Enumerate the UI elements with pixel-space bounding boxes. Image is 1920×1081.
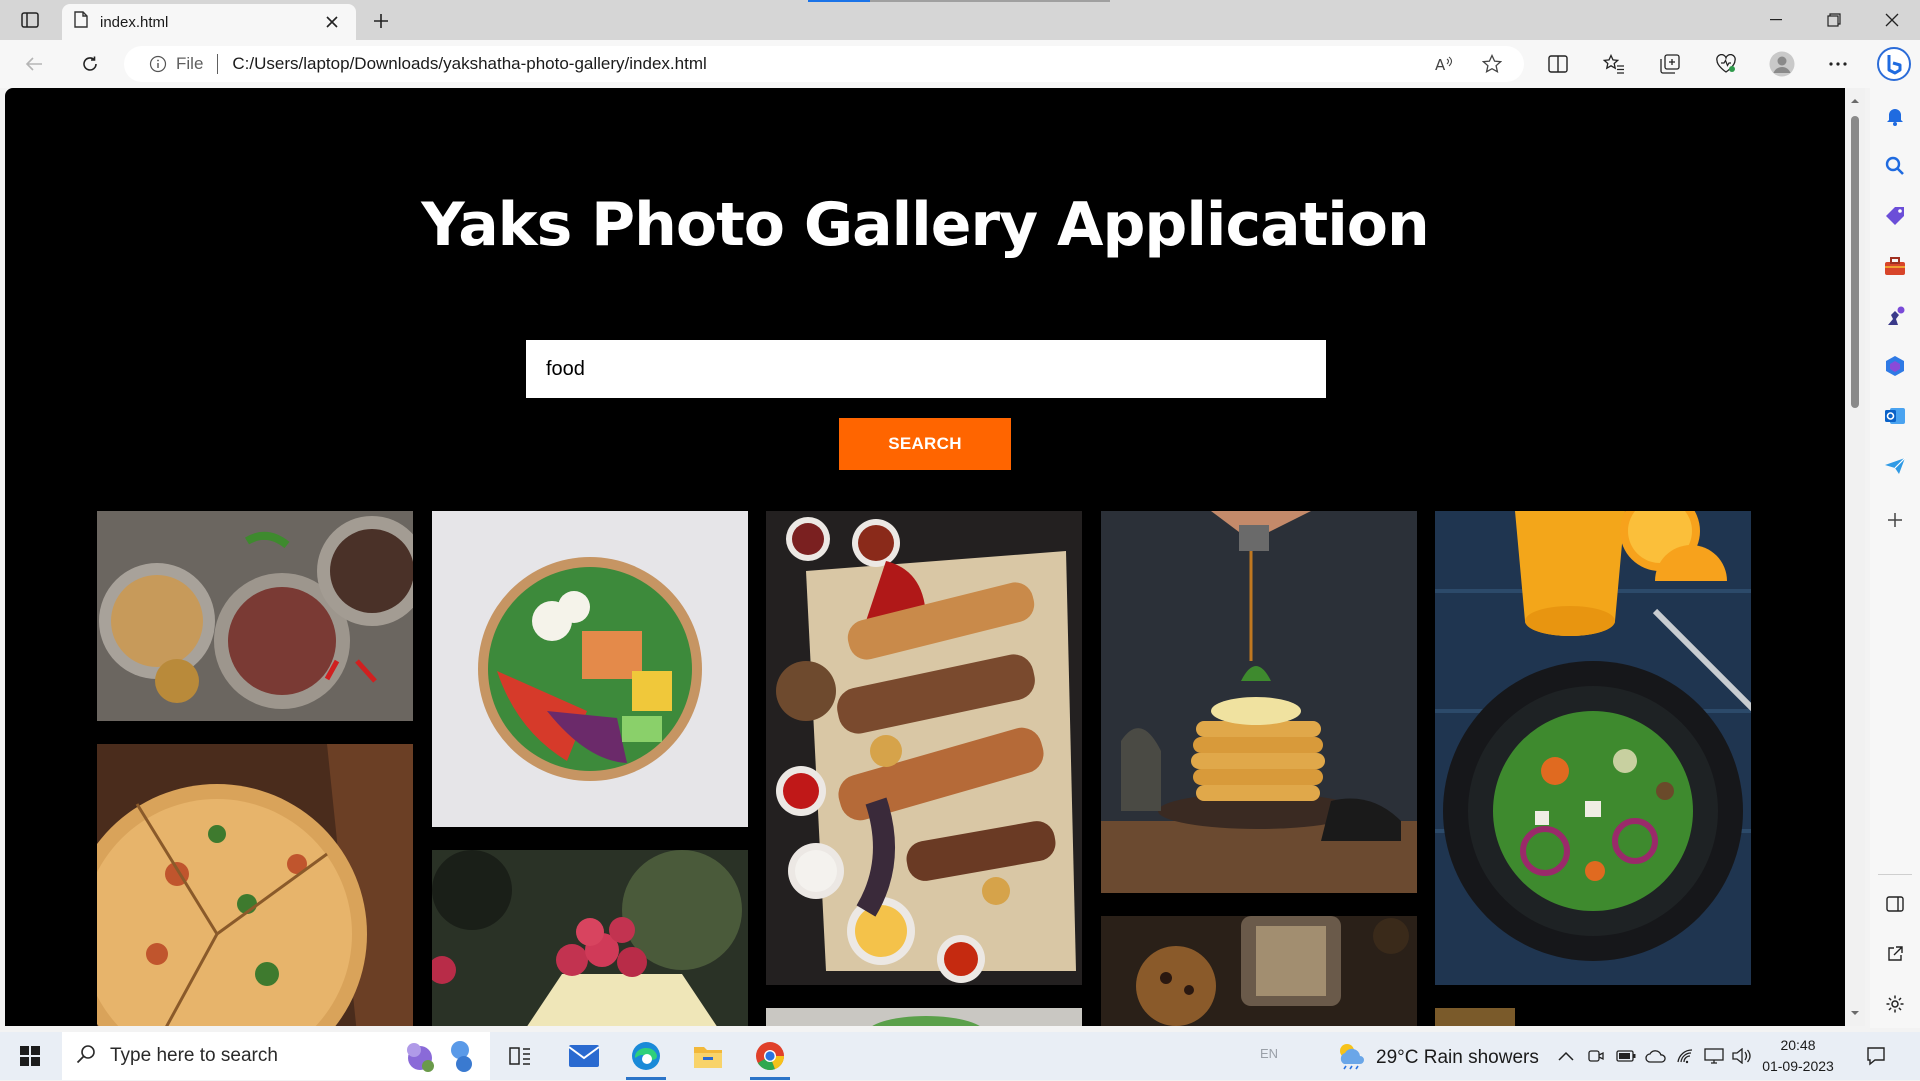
refresh-button[interactable] [74,48,106,80]
outlook-icon[interactable] [1879,400,1911,432]
page-viewport: Yaks Photo Gallery Application SEARCH [5,88,1845,1026]
search-button[interactable]: SEARCH [839,418,1011,470]
gallery-photo[interactable] [97,511,413,721]
search-highlight-flowers-icon [400,1036,480,1081]
split-screen-icon[interactable] [1542,48,1574,80]
gallery-photo[interactable] [1101,511,1417,893]
favorite-star-icon[interactable] [1476,48,1508,80]
microsoft-365-icon[interactable] [1879,350,1911,382]
display-icon[interactable] [1702,1044,1726,1068]
rain-showers-icon [1336,1040,1366,1075]
wifi-icon[interactable] [1674,1044,1698,1068]
file-icon [74,11,88,33]
gallery-photo[interactable] [766,1008,1082,1026]
shopping-tag-icon[interactable] [1879,200,1911,232]
read-aloud-icon[interactable]: A [1428,48,1460,80]
address-scheme: File [176,54,204,73]
scroll-up-icon[interactable] [1850,96,1860,106]
games-icon[interactable] [1879,300,1911,332]
minimize-button[interactable] [1748,0,1804,40]
more-options-icon[interactable] [1822,48,1854,80]
gallery-photo[interactable] [1435,511,1751,985]
weather-widget[interactable]: 29°C Rain showers [1336,1040,1539,1075]
salad-orange-juice-image [1435,511,1751,985]
address-separator [217,54,219,74]
address-bar[interactable]: File C:/Users/laptop/Downloads/yakshatha… [124,46,1524,82]
edge-sidebar [1870,88,1920,1028]
close-icon[interactable] [320,10,344,34]
add-sidebar-app-icon[interactable] [1879,504,1911,536]
chevron-up-icon[interactable] [1554,1044,1578,1068]
edge-browser-icon[interactable] [620,1036,672,1080]
collections-icon[interactable] [1654,48,1686,80]
gallery-photo[interactable] [1101,916,1417,1026]
send-icon[interactable] [1879,450,1911,482]
salad-partial-image [766,1008,1082,1026]
external-link-icon[interactable] [1879,938,1911,970]
search-icon[interactable] [1879,150,1911,182]
mail-app-icon[interactable] [558,1036,610,1076]
grilled-meat-platter-image [766,511,1082,985]
gallery-photo[interactable] [766,511,1082,985]
sidebar-settings-gear-icon[interactable] [1879,988,1911,1020]
windows-taskbar: Type here to search EN 29°C Rain showers [0,1032,1920,1080]
taskbar-clock[interactable]: 20:48 01-09-2023 [1760,1035,1836,1077]
pancakes-syrup-image [1101,511,1417,893]
browser-toolbar: File C:/Users/laptop/Downloads/yakshatha… [0,40,1920,88]
raspberry-dessert-image [432,850,748,1026]
hide-sidebar-icon[interactable] [1879,888,1911,920]
gallery-photo[interactable] [432,511,748,827]
scroll-down-icon[interactable] [1850,1008,1860,1018]
volume-icon[interactable] [1730,1044,1754,1068]
page-title: Yaks Photo Gallery Application [421,190,1430,260]
clock-time: 20:48 [1780,1037,1816,1053]
loading-indicator [808,0,1110,2]
new-tab-button[interactable] [366,7,396,35]
favorites-icon[interactable] [1598,48,1630,80]
muffin-lantern-image [1101,916,1417,1026]
salad-bowl-image [432,511,748,827]
restore-button[interactable] [1806,0,1862,40]
tools-icon[interactable] [1879,250,1911,282]
notifications-icon[interactable] [1879,100,1911,132]
scrollbar-thumb[interactable] [1851,116,1859,408]
gallery-photo[interactable] [1435,1008,1751,1026]
page-scrollbar[interactable] [1845,88,1865,1026]
gallery-photo[interactable] [432,850,748,1026]
battery-icon[interactable] [1614,1044,1638,1068]
tab-strip: index.html [0,0,1920,40]
chrome-browser-icon[interactable] [744,1036,796,1080]
back-button[interactable] [18,48,50,80]
info-icon[interactable] [148,54,168,74]
profile-avatar[interactable] [1766,48,1798,80]
onedrive-cloud-icon[interactable] [1644,1044,1668,1068]
sidebar-divider [1878,874,1912,875]
window-close-button[interactable] [1864,0,1920,40]
tab-actions-icon[interactable] [12,8,48,32]
tab-title: index.html [100,13,169,31]
language-indicator[interactable]: EN [1260,1046,1278,1061]
taskbar-search-box[interactable]: Type here to search [62,1032,490,1080]
drink-partial-image [1435,1008,1751,1026]
grilled-dishes-image [97,511,413,721]
search-input[interactable] [526,340,1326,398]
pizza-image [97,744,413,1026]
tab-index-html[interactable]: index.html [62,4,356,40]
windows-start-icon[interactable] [12,1042,48,1070]
weather-text: 29°C Rain showers [1376,1046,1539,1068]
gallery-photo[interactable] [97,744,413,1026]
notification-center-icon[interactable] [1862,1042,1890,1070]
browser-essentials-icon[interactable] [1710,48,1742,80]
svg-text:A: A [1435,56,1446,73]
search-icon [76,1044,96,1069]
taskbar-search-placeholder: Type here to search [110,1045,278,1066]
clock-date: 01-09-2023 [1762,1058,1834,1074]
file-explorer-icon[interactable] [682,1036,734,1076]
task-view-icon[interactable] [494,1036,546,1076]
meet-now-icon[interactable] [1584,1044,1608,1068]
address-url[interactable]: C:/Users/laptop/Downloads/yakshatha-phot… [232,54,706,74]
bing-copilot-icon[interactable] [1874,44,1914,84]
